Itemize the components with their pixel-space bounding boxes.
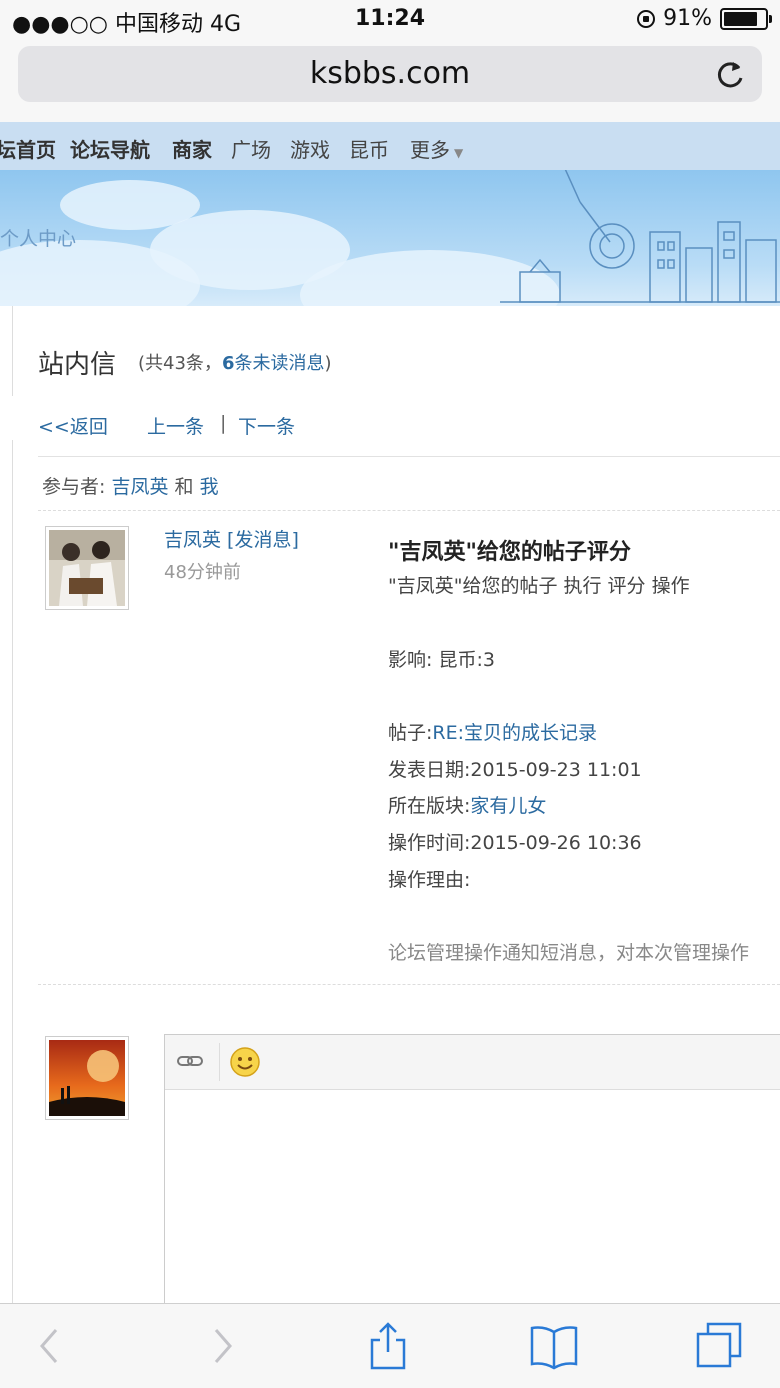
post-date-value: 2015-09-23 11:01 [470,759,642,781]
nav-merchants[interactable]: 商家 [172,134,212,163]
participants-label: 参与者: [42,476,106,498]
post-link[interactable]: RE:宝贝的成长记录 [432,722,597,744]
status-bar: ●●●○○ 中国移动 4G 11:24 91% [0,0,780,40]
city-skyline-illustration [500,170,780,303]
unread-count: 6 [221,353,235,374]
total-count: (共43条， [138,353,222,374]
nav-more-label: 更多 [410,138,450,162]
post-row: 帖子:RE:宝贝的成长记录 [388,718,597,745]
next-message-link[interactable]: 下一条 [238,412,295,439]
bookmarks-icon[interactable] [528,1320,580,1372]
back-arrow-icon[interactable] [24,1320,76,1372]
impact-value: 昆币:3 [438,649,495,671]
sidebar-edge [0,306,13,396]
sender-name-link[interactable]: 吉凤英 [发消息] [164,525,299,552]
pager-separator: | [220,412,227,434]
reason-row: 操作理由: [388,865,470,892]
nav-plaza[interactable]: 广场 [231,134,271,163]
battery-icon [720,7,772,30]
operation-time-label: 操作时间: [388,832,471,854]
avatar-photo [49,530,125,606]
url-text: ksbbs.com [309,56,471,91]
my-avatar[interactable] [45,1036,129,1120]
participants: 参与者: 吉凤英 和 我 [42,472,219,499]
reply-textarea[interactable] [165,1090,780,1315]
tabs-icon[interactable] [694,1320,746,1372]
address-bar[interactable]: ksbbs.com [18,46,762,102]
reload-icon[interactable] [712,56,748,92]
cloud-decoration [60,180,200,230]
browser-bottom-bar [0,1303,780,1388]
prev-message-link[interactable]: 上一条 [147,412,204,439]
divider [38,984,780,985]
smiley-icon[interactable] [229,1046,261,1078]
post-label: 帖子: [388,722,433,744]
nav-forum-guide[interactable]: 论坛导航 [70,134,150,163]
message-count: (共43条，6条未读消息) [138,349,332,375]
sidebar-edge [0,440,13,1310]
editor-toolbar [165,1035,780,1090]
participant-me-link[interactable]: 我 [200,476,219,498]
message-title: "吉凤英"给您的帖子评分 [388,540,631,565]
forum-nav: 坛首页 论坛导航 商家 广场 游戏 昆币 更多 ▼ [0,122,780,170]
divider [38,510,780,511]
forward-arrow-icon[interactable] [196,1320,248,1372]
avatar-sunset-image [49,1040,125,1116]
chevron-down-icon: ▼ [454,146,464,160]
board-label: 所在版块: [388,795,471,817]
unread-label[interactable]: 条未读消息 [234,353,324,374]
rotation-lock-icon [637,9,656,28]
page-title: 站内信 [38,350,117,380]
impact-row: 影响: 昆币:3 [388,645,495,672]
status-right: 91% [637,6,772,31]
participants-and: 和 [174,476,194,498]
message-footer: 论坛管理操作通知短消息，对本次管理操作 [388,942,750,964]
forum-banner: 个人中心 [0,170,780,306]
paren-close: ) [324,353,332,374]
share-icon[interactable] [362,1320,414,1372]
operation-time-value: 2015-09-26 10:36 [470,832,642,854]
toolbar-separator [219,1043,220,1081]
personal-center-link[interactable]: 个人中心 [0,224,76,251]
impact-label: 影响: [388,649,433,671]
back-link[interactable]: <<返回 [38,412,108,439]
battery-fill [724,11,757,26]
divider [38,456,780,457]
sender-avatar[interactable] [45,526,129,610]
reply-editor [164,1034,780,1316]
post-date-label: 发表日期: [388,759,471,781]
message-time-ago: 48分钟前 [164,562,241,583]
operation-time-row: 操作时间:2015-09-26 10:36 [388,828,642,855]
link-icon[interactable] [177,1051,203,1071]
battery-percent: 91% [663,6,712,31]
nav-more[interactable]: 更多 ▼ [410,134,463,163]
browser-top-bar: ksbbs.com [0,40,780,123]
reason-label: 操作理由: [388,869,471,891]
board-link[interactable]: 家有儿女 [470,795,546,817]
participant-user-link[interactable]: 吉凤英 [111,476,168,498]
post-date-row: 发表日期:2015-09-23 11:01 [388,755,642,782]
nav-games[interactable]: 游戏 [290,134,330,163]
nav-coins[interactable]: 昆币 [349,134,389,163]
nav-home[interactable]: 坛首页 [0,134,56,163]
message-summary: "吉凤英"给您的帖子 执行 评分 操作 [388,575,690,597]
board-row: 所在版块:家有儿女 [388,791,546,818]
